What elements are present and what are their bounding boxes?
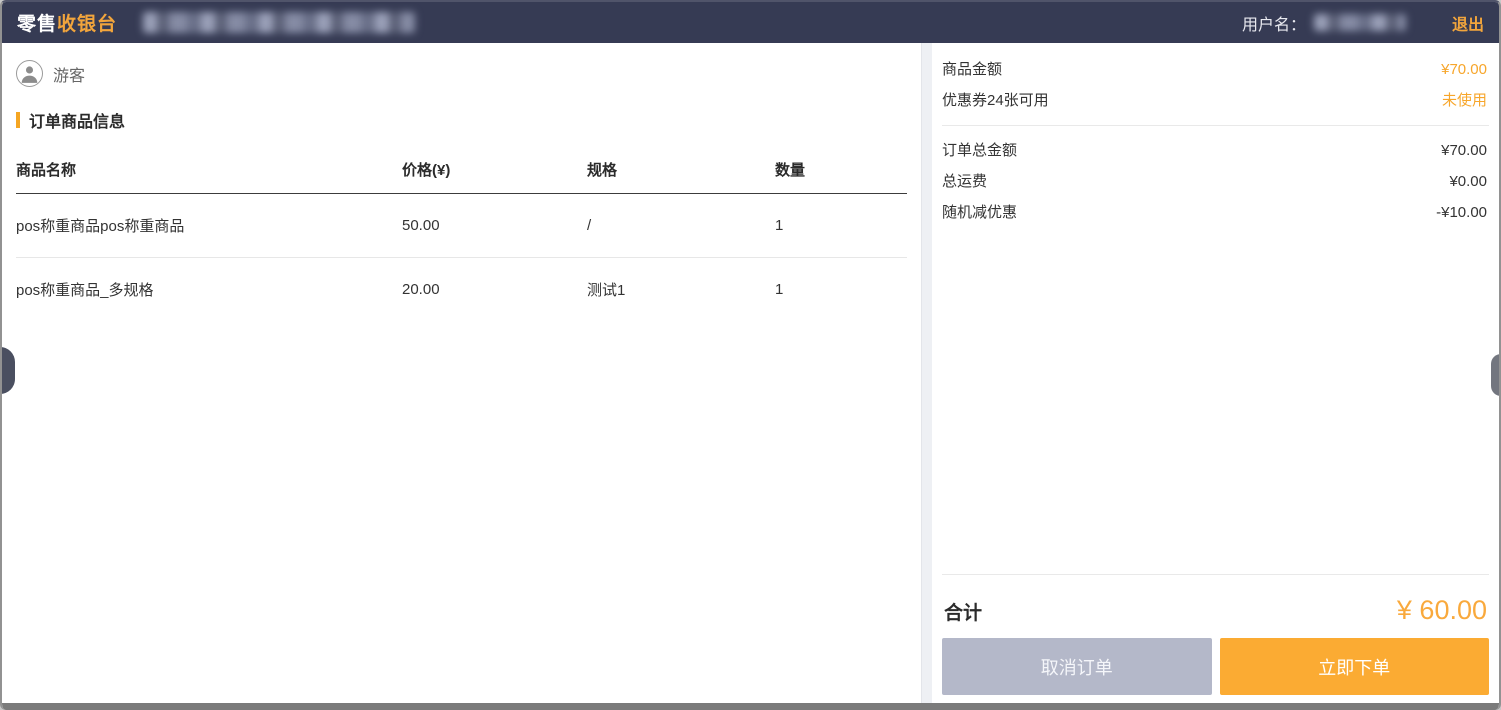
action-buttons: 取消订单 立即下单 [942, 638, 1489, 695]
summary-label: 商品金额 [942, 61, 1002, 78]
guest-avatar-icon [16, 60, 43, 87]
summary-row: 总运费 ¥0.00 [942, 166, 1489, 197]
section-title-text: 订单商品信息 [29, 108, 125, 132]
total-value: ¥ 60.00 [1397, 595, 1487, 626]
app-title: 零售收银台 [17, 9, 117, 36]
order-table-header: 商品名称价格(¥)规格数量 [16, 151, 907, 194]
column-header: 价格(¥) [402, 159, 587, 180]
section-title: 订单商品信息 [16, 108, 907, 132]
summary-row: 随机减优惠 -¥10.00 [942, 197, 1489, 228]
summary-label: 订单总金额 [942, 142, 1017, 159]
panel-divider [921, 43, 932, 710]
cell-name: pos称重商品pos称重商品 [16, 215, 402, 236]
collapse-right-handle[interactable] [1491, 354, 1501, 396]
summary-panel: 商品金额 ¥70.00 优惠券24张可用 未使用 订单总金额 ¥70.00 总运… [932, 43, 1499, 710]
column-header: 规格 [587, 159, 775, 180]
cell-qty: 1 [775, 217, 907, 234]
summary-value: ¥70.00 [1441, 142, 1487, 159]
summary-value: ¥70.00 [1441, 61, 1487, 78]
summary-value[interactable]: 未使用 [1442, 92, 1487, 109]
section-title-accent-bar [16, 112, 20, 128]
customer-name: 游客 [53, 62, 85, 86]
summary-label: 总运费 [942, 173, 987, 190]
pos-window: 零售收银台 用户名： 退出 游客 订单商品信息 [0, 0, 1501, 710]
summary-label: 优惠券24张可用 [942, 92, 1049, 109]
cell-qty: 1 [775, 281, 907, 298]
window-bottom-edge [2, 703, 1499, 710]
summary-value: ¥0.00 [1449, 173, 1487, 190]
cancel-order-button[interactable]: 取消订单 [942, 638, 1212, 695]
redacted-store-name [143, 12, 415, 33]
cell-spec: 测试1 [587, 279, 775, 300]
order-panel: 游客 订单商品信息 商品名称价格(¥)规格数量 pos称重商品pos称重商品50… [2, 43, 921, 710]
cell-spec: / [587, 217, 775, 234]
order-table-row: pos称重商品_多规格20.00测试11 [16, 258, 907, 321]
customer-row[interactable]: 游客 [16, 60, 907, 87]
username-label: 用户名： [1242, 11, 1306, 35]
logout-button[interactable]: 退出 [1452, 11, 1484, 35]
app-title-suffix: 收银台 [57, 14, 117, 35]
summary-top-group: 商品金额 ¥70.00 优惠券24张可用 未使用 [942, 54, 1489, 116]
top-bar: 零售收银台 用户名： 退出 [2, 2, 1499, 43]
summary-value: -¥10.00 [1436, 204, 1487, 221]
column-header: 商品名称 [16, 159, 402, 180]
main-area: 游客 订单商品信息 商品名称价格(¥)规格数量 pos称重商品pos称重商品50… [2, 43, 1499, 710]
order-table-body: pos称重商品pos称重商品50.00/1pos称重商品_多规格20.00测试1… [16, 194, 907, 321]
total-row: 合计 ¥ 60.00 [942, 575, 1489, 638]
summary-mid-group: 订单总金额 ¥70.00 总运费 ¥0.00 随机减优惠 -¥10.00 [942, 135, 1489, 228]
submit-order-button[interactable]: 立即下单 [1220, 638, 1490, 695]
summary-row: 商品金额 ¥70.00 [942, 54, 1489, 85]
summary-divider [942, 125, 1489, 126]
cell-name: pos称重商品_多规格 [16, 279, 402, 300]
app-title-prefix: 零售 [17, 14, 57, 35]
column-header: 数量 [775, 159, 907, 180]
redacted-username [1314, 14, 1406, 31]
summary-label: 随机减优惠 [942, 204, 1017, 221]
order-table-row: pos称重商品pos称重商品50.00/1 [16, 194, 907, 258]
summary-row: 订单总金额 ¥70.00 [942, 135, 1489, 166]
cell-price: 20.00 [402, 281, 587, 298]
total-label: 合计 [944, 598, 982, 625]
cell-price: 50.00 [402, 217, 587, 234]
order-table: 商品名称价格(¥)规格数量 pos称重商品pos称重商品50.00/1pos称重… [16, 151, 907, 321]
summary-row[interactable]: 优惠券24张可用 未使用 [942, 85, 1489, 116]
summary-spacer [942, 228, 1489, 574]
